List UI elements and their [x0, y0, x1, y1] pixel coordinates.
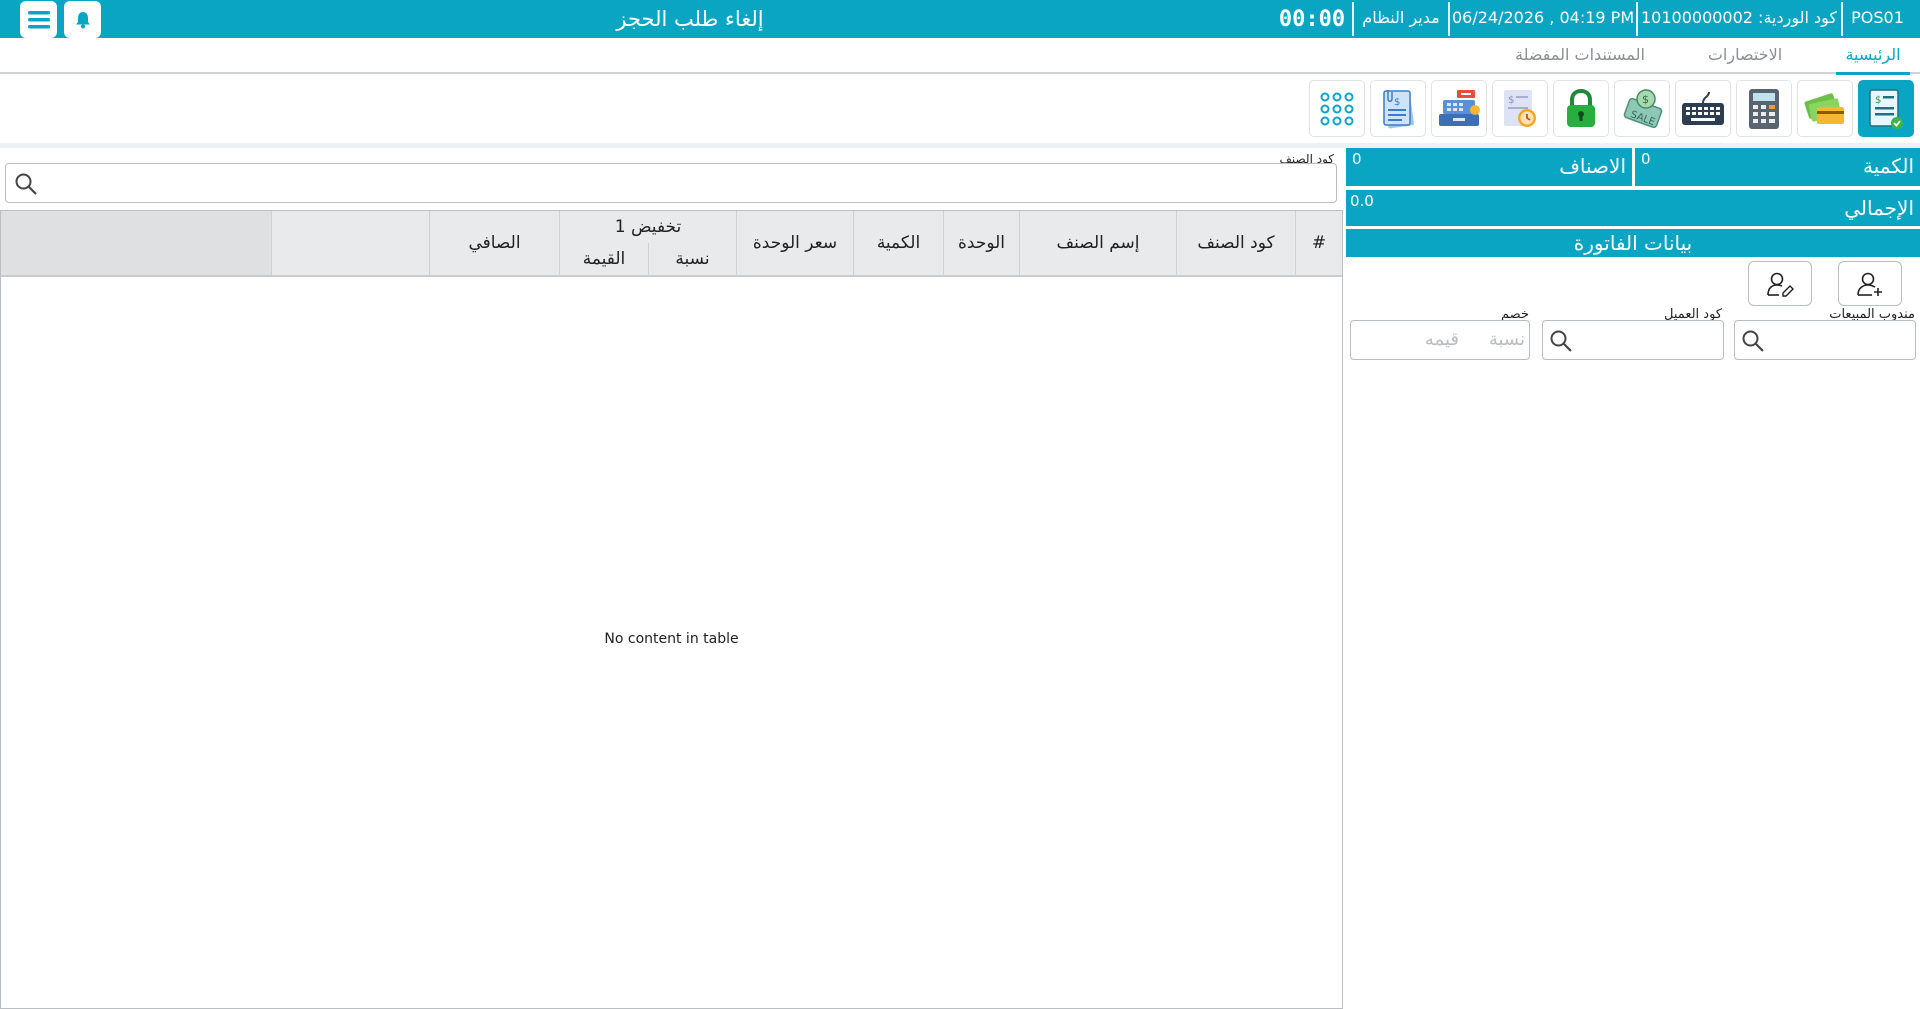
- payment-tool[interactable]: [1797, 80, 1853, 137]
- topbar-divider: [1841, 2, 1843, 36]
- main-menu-button[interactable]: [20, 1, 57, 38]
- total-label: الإجمالي: [1844, 196, 1914, 220]
- items-value: 0: [1352, 150, 1362, 168]
- search-icon: [1742, 330, 1764, 352]
- time-document-tool[interactable]: $: [1492, 80, 1548, 137]
- customer-code-search[interactable]: [1542, 320, 1724, 360]
- toolbar-separator: [0, 143, 1920, 148]
- invoice-icon: $: [1869, 88, 1903, 129]
- discount-field[interactable]: نسبة قيمه: [1350, 320, 1530, 360]
- quantity-value: 0: [1641, 150, 1651, 168]
- tab-favorite-documents[interactable]: المستندات المفضلة: [1500, 38, 1660, 72]
- tab-home[interactable]: الرئيسية: [1836, 38, 1910, 75]
- top-bar: إلغاء طلب الحجز 00:00 مدير النظام 06/24/…: [0, 0, 1920, 38]
- edit-customer-button[interactable]: [1748, 261, 1812, 306]
- session-timer: 00:00: [1278, 7, 1346, 32]
- svg-text:$: $: [1508, 95, 1514, 106]
- quantity-label: الكمية: [1862, 154, 1914, 178]
- svg-text:$: $: [1394, 97, 1400, 108]
- col-index: #: [1295, 211, 1342, 275]
- topbar-divider: [1352, 2, 1354, 36]
- tab-shortcuts[interactable]: الاختصارات: [1700, 38, 1790, 72]
- quantity-summary-box: الكمية 0: [1635, 148, 1920, 186]
- col-discount-value: القيمة: [559, 243, 648, 275]
- edit-user-icon: [1767, 272, 1794, 297]
- add-customer-button[interactable]: [1838, 261, 1902, 306]
- items-table: # كود الصنف إسم الصنف الوحدة الكمية سعر …: [0, 210, 1343, 1009]
- add-user-icon: [1857, 272, 1882, 296]
- svg-text:$: $: [1642, 93, 1649, 106]
- keyboard-icon: [1682, 91, 1724, 125]
- quick-toolbar: $ SALE $ $ $: [0, 80, 1920, 143]
- screen-title: إلغاء طلب الحجز: [616, 7, 764, 31]
- total-summary-box: الإجمالي 0.0: [1346, 190, 1920, 226]
- keyboard-tool[interactable]: [1675, 80, 1731, 137]
- col-unit-price: سعر الوحدة: [736, 211, 853, 275]
- col-net: الصافي: [429, 211, 559, 275]
- table-header-blank: [1, 211, 271, 275]
- search-icon: [1550, 330, 1572, 352]
- items-label: الاصناف: [1559, 154, 1626, 178]
- documents-tool[interactable]: $: [1370, 80, 1426, 137]
- discount-value-input[interactable]: قيمه: [1425, 329, 1459, 350]
- time-document-icon: $: [1504, 89, 1536, 127]
- sale-tool[interactable]: SALE $: [1614, 80, 1670, 137]
- col-discount-percent: نسبة: [648, 243, 736, 275]
- empty-table-message: No content in table: [604, 631, 739, 647]
- lock-icon: [1567, 88, 1595, 127]
- topbar-divider: [1448, 2, 1450, 36]
- shift-code: كود الوردية: 10100000002: [1640, 8, 1838, 27]
- cash-register-icon: [1439, 89, 1480, 126]
- hamburger-menu-icon: [27, 10, 50, 28]
- col-item-code: كود الصنف: [1176, 211, 1295, 275]
- current-datetime: 06/24/2026 , 04:19 PM: [1452, 8, 1635, 27]
- notifications-button[interactable]: [64, 1, 101, 38]
- cash-register-tool[interactable]: [1431, 80, 1487, 137]
- user-name: مدير النظام: [1362, 8, 1440, 27]
- total-value: 0.0: [1350, 192, 1374, 210]
- col-quantity: الكمية: [853, 211, 943, 275]
- topbar-divider: [1636, 2, 1638, 36]
- sale-tag-icon: SALE $: [1623, 88, 1663, 128]
- items-summary-box: الاصناف 0: [1346, 148, 1632, 186]
- pos-code: POS01: [1851, 8, 1904, 27]
- search-icon: [15, 173, 37, 195]
- lock-tool[interactable]: [1553, 80, 1609, 137]
- main-tabs: الرئيسية الاختصارات المستندات المفضلة: [0, 38, 1920, 75]
- discount-percent-input[interactable]: نسبة: [1489, 329, 1525, 350]
- numpad-icon: [1320, 92, 1354, 125]
- item-code-search[interactable]: [5, 163, 1337, 203]
- col-item-name: إسم الصنف: [1019, 211, 1176, 275]
- invoice-section-title: بيانات الفاتورة: [1346, 229, 1920, 257]
- calculator-tool[interactable]: [1736, 80, 1792, 137]
- col-unit: الوحدة: [943, 211, 1019, 275]
- svg-text:$: $: [1875, 95, 1881, 106]
- new-invoice-tool[interactable]: $: [1858, 80, 1914, 137]
- cash-card-payment-icon: [1804, 92, 1844, 124]
- table-header: # كود الصنف إسم الصنف الوحدة الكمية سعر …: [1, 211, 1342, 277]
- sales-rep-search[interactable]: [1734, 320, 1916, 360]
- numpad-tool[interactable]: [1309, 80, 1365, 137]
- col-discount-1: تخفيض 1: [559, 211, 736, 243]
- documents-icon: $: [1383, 89, 1414, 128]
- col-extra: [271, 211, 429, 275]
- bell-icon: [75, 11, 90, 28]
- calculator-icon: [1749, 88, 1779, 129]
